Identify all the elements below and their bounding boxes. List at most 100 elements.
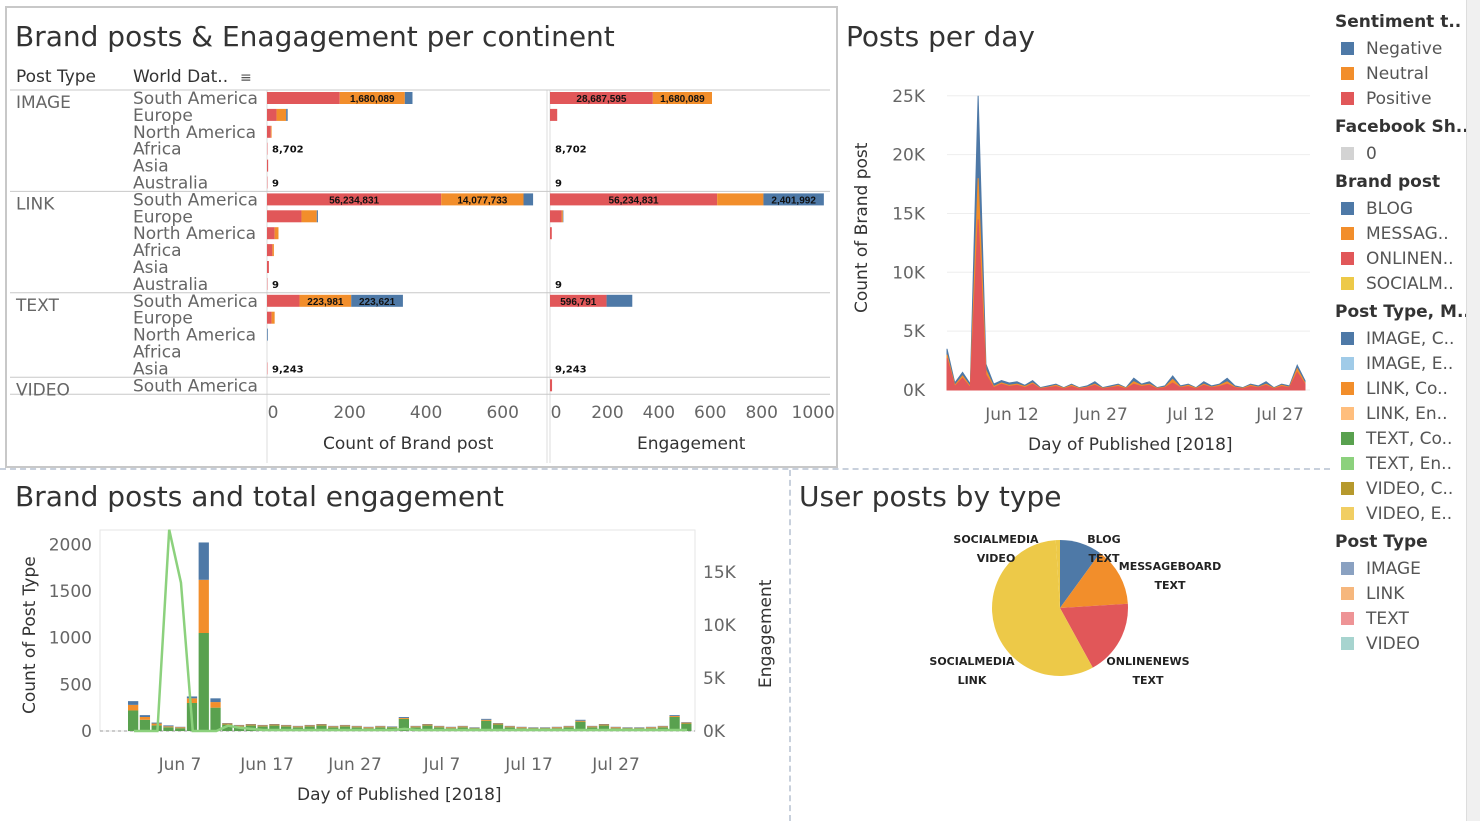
legend-item[interactable]: VIDEO, E..	[1335, 501, 1475, 526]
bar-data-label: 9,243	[555, 364, 587, 375]
bar-segment-image	[669, 715, 680, 717]
divider-horizontal	[0, 468, 1330, 470]
legend-item[interactable]: VIDEO	[1335, 631, 1475, 656]
y-tick-label: 20K	[892, 146, 926, 166]
bar-segment-link	[375, 726, 386, 728]
bar-segment-image	[575, 719, 586, 721]
bar-segment-link	[186, 698, 198, 703]
x-tick-label: 600	[486, 403, 518, 423]
vertical-scrollbar[interactable]	[1466, 0, 1480, 821]
bar-data-label: 223,981	[307, 297, 344, 308]
legend-item[interactable]: IMAGE, E..	[1335, 351, 1475, 376]
x-tick-label: 0	[268, 403, 279, 423]
legend-posttype-m-title[interactable]: Post Type, M..	[1335, 302, 1475, 326]
legend-item[interactable]: ONLINEN..	[1335, 246, 1475, 271]
legend-brandpost-title[interactable]: Brand post	[1335, 172, 1475, 196]
y-tick-label: 1500	[49, 582, 92, 602]
legend-item[interactable]: Neutral	[1335, 61, 1475, 86]
legend-label: MESSAG..	[1366, 223, 1449, 244]
legend-posttype-title[interactable]: Post Type	[1335, 532, 1475, 556]
bar-segment-link	[363, 727, 374, 729]
bar-segment-link	[492, 723, 504, 725]
bar-data-label: 223,621	[359, 297, 396, 308]
bar-segment-pos	[267, 108, 277, 121]
legend-sentiment-title[interactable]: Sentiment t..	[1335, 12, 1475, 36]
bar-segment-neu	[270, 125, 272, 138]
bar-segment-link	[434, 726, 445, 728]
legend-item[interactable]: LINK, En..	[1335, 401, 1475, 426]
bar-segment-neu	[274, 227, 279, 240]
y-tick-label: 15K	[892, 204, 926, 224]
posts-per-day-xlabel: Day of Published [2018]	[1028, 435, 1233, 455]
panel2-title: Posts per day	[846, 20, 1035, 53]
bar-segment-link	[139, 717, 151, 720]
legend-swatch	[1341, 67, 1354, 80]
y2-tick-label: 10K	[703, 616, 737, 636]
x-tick-label: 800	[745, 403, 777, 423]
bar-segment-link	[516, 727, 527, 729]
legend-item[interactable]: TEXT, Co..	[1335, 426, 1475, 451]
legend-item[interactable]: Positive	[1335, 86, 1475, 111]
pie-label: MESSAGEBOARD	[1119, 560, 1221, 573]
bar-segment-link	[351, 726, 362, 728]
legend-swatch	[1341, 202, 1354, 215]
bar-data-label: 9	[555, 280, 562, 291]
bar-segment-neg	[286, 108, 288, 121]
bar-data-label: 2,401,992	[771, 195, 816, 206]
pie-label: ONLINENEWS	[1106, 655, 1189, 668]
legend-item[interactable]: 0	[1335, 141, 1475, 166]
legend-item[interactable]: VIDEO, C..	[1335, 476, 1475, 501]
x-tick-label: 400	[410, 403, 442, 423]
legend-item[interactable]: BLOG	[1335, 196, 1475, 221]
legend-facebook-title[interactable]: Facebook Sh..	[1335, 117, 1475, 141]
bar-data-label: 9	[272, 280, 279, 291]
bar-segment-link	[551, 727, 563, 729]
bar-data-label: 1,680,089	[660, 94, 705, 105]
y-tick-label: 25K	[892, 87, 926, 107]
legend-swatch	[1341, 407, 1354, 420]
bar-segment-image	[186, 696, 198, 699]
area-series-messag	[946, 178, 1306, 390]
bar-segment-link	[175, 727, 186, 729]
legend-swatch	[1341, 357, 1354, 370]
pie-label: TEXT	[1154, 579, 1185, 592]
pie-svg: BLOGTEXTMESSAGEBOARDTEXTONLINENEWSTEXTSO…	[929, 533, 1221, 687]
legend-item[interactable]: TEXT	[1335, 606, 1475, 631]
legend-item[interactable]: IMAGE	[1335, 556, 1475, 581]
x-tick-label: 600	[694, 403, 726, 423]
x-tick-label: 200	[333, 403, 365, 423]
x-tick-label: Jul 7	[423, 755, 461, 775]
bar-segment-link	[575, 720, 586, 722]
legend-label: SOCIALM..	[1366, 273, 1454, 294]
bar-segment-link	[163, 726, 174, 728]
legend-swatch	[1341, 277, 1354, 290]
legend-item[interactable]: SOCIALM..	[1335, 271, 1475, 296]
bar-segment-neg	[606, 294, 633, 307]
pie-label: VIDEO	[977, 552, 1016, 565]
bar-segment-text	[128, 710, 139, 731]
bar-data-label: 56,234,831	[329, 195, 379, 206]
bar-segment-neg	[562, 210, 564, 223]
legend-label: VIDEO, E..	[1366, 503, 1453, 524]
legend-swatch	[1341, 587, 1354, 600]
pie-label: BLOG	[1087, 533, 1120, 546]
legend-label: VIDEO, C..	[1366, 478, 1454, 499]
legend-item[interactable]: LINK	[1335, 581, 1475, 606]
posts-per-day-ylabel: Count of Brand post	[852, 142, 872, 313]
bar-segment-link	[681, 722, 692, 724]
bar-segment-link	[610, 727, 621, 729]
legend-item[interactable]: Negative	[1335, 36, 1475, 61]
bar-segment-pos	[267, 92, 340, 104]
legend-item[interactable]: MESSAG..	[1335, 221, 1475, 246]
bar-segment-image	[163, 725, 174, 727]
legend-item[interactable]: LINK, Co..	[1335, 376, 1475, 401]
legend-item[interactable]: IMAGE, C..	[1335, 326, 1475, 351]
legend-label: Negative	[1366, 38, 1443, 59]
legend-label: ONLINEN..	[1366, 248, 1454, 269]
bar-segment-link	[316, 724, 327, 726]
post-type-label: IMAGE	[16, 93, 71, 113]
x-tick-label: Jun 12	[984, 405, 1039, 425]
legend-item[interactable]: TEXT, En..	[1335, 451, 1475, 476]
pie-label: SOCIALMEDIA	[929, 655, 1015, 668]
bar-segment-image	[128, 701, 139, 705]
